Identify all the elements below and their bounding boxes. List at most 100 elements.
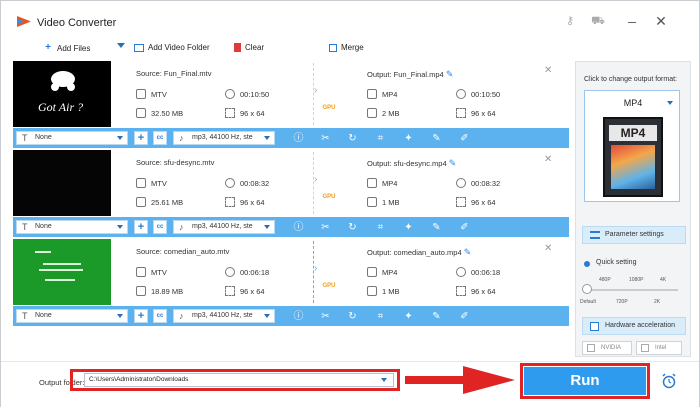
svg-text:Got Air ?: Got Air ?	[38, 100, 83, 114]
thumbnail-image	[35, 251, 83, 281]
subtitle-select[interactable]: T None	[16, 131, 128, 145]
cart-icon[interactable]: ⛟	[591, 15, 605, 27]
output-format-label: Click to change output format:	[584, 76, 677, 83]
add-video-folder-button[interactable]: Add Video Folder	[134, 43, 210, 52]
watermark-icon[interactable]: ✎	[431, 311, 442, 322]
scissors-icon[interactable]: ✂	[320, 133, 331, 144]
video-thumbnail[interactable]	[13, 239, 111, 305]
chevron-down-icon	[264, 225, 270, 229]
video-thumbnail[interactable]: Got Air ?	[13, 61, 111, 127]
output-folder-field[interactable]: C:\Users\Administrator\Downloads	[84, 373, 394, 387]
folder-icon	[136, 108, 146, 118]
file-list: Got Air ? Source: Fun_Final.mtv MTV 00:1…	[13, 61, 569, 329]
source-resolution: 96 x 64	[225, 197, 265, 207]
cc-button[interactable]: cc	[153, 220, 167, 234]
video-thumbnail[interactable]	[13, 150, 111, 216]
folder-icon	[367, 108, 377, 118]
remove-item-button[interactable]: ✕	[544, 65, 552, 76]
edit-name-icon[interactable]: ✎	[449, 158, 457, 168]
output-format-selector[interactable]: MP4 MP4	[584, 90, 680, 202]
add-subtitle-button[interactable]: +	[134, 131, 148, 145]
text-icon: T	[22, 222, 28, 232]
nvidia-checkbox[interactable]: NVIDIA	[582, 341, 632, 355]
key-icon[interactable]: ⚷	[563, 15, 577, 27]
parameter-settings-button[interactable]: Parameter settings	[582, 226, 686, 244]
remove-item-button[interactable]: ✕	[544, 243, 552, 254]
crop-icon[interactable]: ⌗	[375, 222, 386, 233]
add-files-button[interactable]: + Add Files	[43, 43, 90, 53]
clear-label: Clear	[245, 43, 265, 52]
format-icon	[136, 178, 146, 188]
audio-select[interactable]: ♪ mp3, 44100 Hz, ste	[173, 131, 275, 145]
info-icon[interactable]: ⓘ	[293, 133, 304, 144]
clock-icon	[225, 267, 235, 277]
clear-button[interactable]: Clear	[234, 43, 264, 52]
scissors-icon[interactable]: ✂	[320, 222, 331, 233]
rotate-icon[interactable]: ↻	[347, 222, 358, 233]
output-size: 1 MB	[367, 197, 400, 207]
add-subtitle-button[interactable]: +	[134, 220, 148, 234]
edit-name-icon[interactable]: ✎	[446, 69, 454, 79]
arrow-right-icon: ›	[314, 174, 318, 185]
intel-checkbox[interactable]: Intel	[636, 341, 682, 355]
source-name: Source: Fun_Final.mtv	[136, 69, 212, 78]
subtitle-select[interactable]: T None	[16, 309, 128, 323]
subtitle-select[interactable]: T None	[16, 220, 128, 234]
rotate-icon[interactable]: ↻	[347, 311, 358, 322]
source-size: 18.89 MB	[136, 286, 183, 296]
resolution-icon	[225, 197, 235, 207]
edit-name-icon[interactable]: ✎	[464, 247, 472, 257]
add-files-label: Add Files	[57, 43, 91, 53]
quick-setting-slider-handle[interactable]	[582, 284, 592, 294]
app-window: Video Converter ⚷ ⛟ – ✕ + Add Files Add …	[0, 0, 700, 407]
audio-select[interactable]: ♪ mp3, 44100 Hz, ste	[173, 309, 275, 323]
effects-icon[interactable]: ✦	[403, 311, 414, 322]
output-name[interactable]: Output: comedian_auto.mp4 ✎	[367, 247, 471, 258]
add-files-dropdown[interactable]	[117, 43, 125, 48]
cc-button[interactable]: cc	[153, 309, 167, 323]
cc-button[interactable]: cc	[153, 131, 167, 145]
add-subtitle-button[interactable]: +	[134, 309, 148, 323]
merge-button[interactable]: Merge	[329, 43, 364, 52]
crop-icon[interactable]: ⌗	[375, 311, 386, 322]
crop-icon[interactable]: ⌗	[375, 133, 386, 144]
output-name[interactable]: Output: sfu-desync.mp4 ✎	[367, 158, 456, 169]
output-name[interactable]: Output: Fun_Final.mp4 ✎	[367, 69, 453, 80]
rotate-icon[interactable]: ↻	[347, 133, 358, 144]
format-icon	[367, 89, 377, 99]
output-format: MP4	[367, 178, 397, 188]
minimize-button[interactable]: –	[622, 11, 642, 31]
scissors-icon[interactable]: ✂	[320, 311, 331, 322]
alarm-clock-icon[interactable]	[661, 373, 677, 389]
edit-icon[interactable]: ✐	[459, 222, 470, 233]
watermark-icon[interactable]: ✎	[431, 222, 442, 233]
format-icon	[136, 89, 146, 99]
gpu-badge: GPU	[322, 283, 336, 289]
format-icon-label: MP4	[609, 125, 657, 141]
folder-icon	[136, 286, 146, 296]
output-duration: 00:10:50	[456, 89, 500, 99]
edit-icon[interactable]: ✐	[459, 311, 470, 322]
chevron-down-icon	[117, 314, 123, 318]
watermark-icon[interactable]: ✎	[431, 133, 442, 144]
qs-label-480p: 480P	[599, 277, 611, 283]
hardware-acceleration-button[interactable]: Hardware acceleration	[582, 317, 686, 335]
close-button[interactable]: ✕	[651, 11, 671, 31]
effects-icon[interactable]: ✦	[403, 133, 414, 144]
chevron-down-icon	[264, 314, 270, 318]
thumbnail-image: Got Air ?	[38, 71, 83, 114]
effects-icon[interactable]: ✦	[403, 222, 414, 233]
source-duration: 00:08:32	[225, 178, 269, 188]
edit-icon[interactable]: ✐	[459, 133, 470, 144]
info-icon[interactable]: ⓘ	[293, 311, 304, 322]
info-icon[interactable]: ⓘ	[293, 222, 304, 233]
quick-setting-slider[interactable]	[586, 289, 678, 291]
source-resolution: 96 x 64	[225, 108, 265, 118]
resolution-icon	[456, 108, 466, 118]
run-button[interactable]: Run	[524, 367, 646, 395]
remove-item-button[interactable]: ✕	[544, 154, 552, 165]
text-icon: T	[22, 311, 28, 321]
add-video-folder-label: Add Video Folder	[148, 43, 210, 52]
chevron-down-icon	[117, 43, 125, 48]
audio-select[interactable]: ♪ mp3, 44100 Hz, ste	[173, 220, 275, 234]
